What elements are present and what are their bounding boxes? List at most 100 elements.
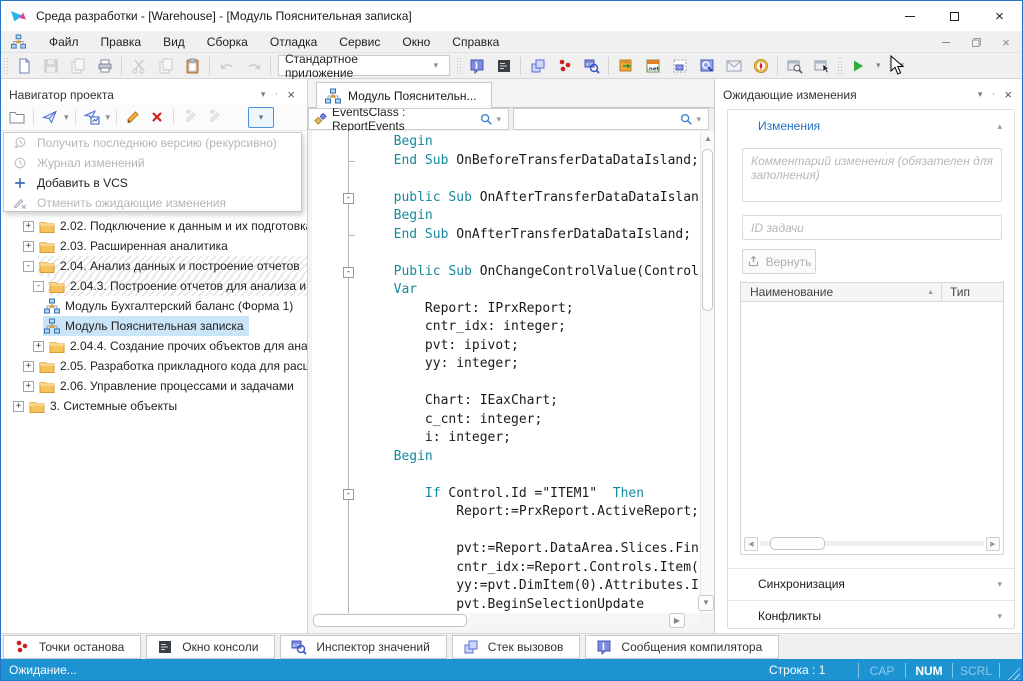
section-changes[interactable]: Изменения ▴ (728, 114, 1014, 138)
value-inspector-icon[interactable] (578, 54, 605, 78)
scroll-right-icon[interactable]: ▶ (986, 537, 1000, 551)
editor-vertical-scrollbar[interactable]: ▲ ▼ (700, 131, 714, 613)
menu-item-undo-pending-changes-icon[interactable]: Отменить ожидающие изменения (4, 193, 301, 213)
pending-close-icon[interactable]: × (1000, 87, 1016, 102)
tree-row[interactable]: Модуль Бухгалтерский баланс (Форма 1) (1, 296, 307, 316)
mdi-close-button[interactable]: × (998, 35, 1014, 49)
redo-icon[interactable] (240, 54, 267, 78)
resize-grip[interactable] (1006, 666, 1020, 680)
section-conflicts[interactable]: Конфликты ▾ (728, 604, 1014, 628)
collapse-icon[interactable]: - (23, 261, 34, 272)
undo-icon[interactable] (213, 54, 240, 78)
tab-value-inspector[interactable]: Инспектор значений (280, 635, 446, 659)
view-search-icon[interactable] (693, 54, 720, 78)
expand-icon[interactable]: + (33, 341, 44, 352)
publish-caret-icon[interactable]: ▾ (62, 112, 71, 123)
search-icon[interactable] (679, 112, 693, 126)
toolbar-grip[interactable] (837, 57, 842, 75)
tab-compiler-messages[interactable]: Сообщения компилятора (585, 635, 779, 659)
menu-Окно[interactable]: Окно (391, 32, 441, 52)
tree-row[interactable]: Модуль Пояснительная записка (1, 316, 307, 336)
tab-breakpoints[interactable]: Точки останова (3, 635, 141, 659)
section-collapse-icon[interactable]: ▴ (997, 121, 1002, 132)
open-object-button[interactable] (5, 106, 29, 128)
minimize-button[interactable] (887, 1, 932, 31)
tab-call-stack[interactable]: Стек вызовов (452, 635, 581, 659)
expand-icon[interactable]: + (23, 381, 34, 392)
edit-button[interactable] (121, 106, 145, 128)
tree-row[interactable]: +2.05. Разработка прикладного кода для р… (1, 356, 307, 376)
publish-report-caret-icon[interactable]: ▾ (104, 112, 113, 123)
add-edit-button[interactable] (178, 106, 202, 128)
toolbar-grip[interactable] (456, 57, 461, 75)
tree-row[interactable]: +2.06. Управление процессами и задачами (1, 376, 307, 396)
grid-scroll-track[interactable] (760, 541, 984, 546)
app-type-combo[interactable]: Стандартное приложение▾ (278, 55, 450, 76)
mdi-minimize-button[interactable] (938, 35, 954, 49)
windows-cascade-icon[interactable] (524, 54, 551, 78)
debug-inspect-window-icon[interactable] (781, 54, 808, 78)
column-name[interactable]: Наименование ▲ (741, 285, 941, 299)
search-caret-icon[interactable]: ▾ (693, 114, 704, 125)
import-window-icon[interactable] (612, 54, 639, 78)
change-comment-input[interactable] (742, 148, 1002, 202)
pending-menu-caret-icon[interactable]: ▾ (973, 89, 988, 100)
tab-console[interactable]: Окно консоли (146, 635, 275, 659)
section-synchronization[interactable]: Синхронизация ▾ (728, 572, 1014, 596)
menu-item-add-to-vcs-icon[interactable]: Добавить в VCS (4, 173, 301, 193)
console-window-icon[interactable] (490, 54, 517, 78)
horizontal-scroll-thumb[interactable] (313, 614, 467, 627)
expand-icon[interactable]: + (23, 241, 34, 252)
tree-row[interactable]: +3. Системные объекты (1, 396, 307, 416)
print-icon[interactable] (91, 54, 118, 78)
tree-row[interactable]: -2.04. Анализ данных и построение отчето… (1, 256, 307, 276)
save-all-icon[interactable] (64, 54, 91, 78)
new-document-icon[interactable] (10, 54, 37, 78)
menu-Файл[interactable]: Файл (38, 32, 90, 52)
tree-row[interactable]: -2.04.3. Построение отчетов для анализа … (1, 276, 307, 296)
menu-item-get-latest-version-icon[interactable]: Получить последнюю версию (рекурсивно) (4, 133, 301, 153)
vcs-dropdown-button[interactable]: ▾ (248, 107, 274, 128)
fold-collapse-icon[interactable]: - (343, 489, 354, 500)
add-edit-alt-button[interactable] (202, 106, 226, 128)
expand-icon[interactable]: + (13, 401, 24, 412)
column-type[interactable]: Тип (941, 283, 1003, 301)
editor-search-input[interactable]: ▾ (513, 108, 709, 130)
tree-item[interactable]: 3. Системные объекты (28, 396, 182, 416)
delete-button[interactable] (145, 106, 169, 128)
collapse-icon[interactable]: - (33, 281, 44, 292)
select-window-icon[interactable] (666, 54, 693, 78)
section-expand-icon[interactable]: ▾ (997, 611, 1002, 622)
publish-report-button[interactable] (80, 106, 104, 128)
scroll-right-icon[interactable]: ▶ (669, 613, 685, 628)
maximize-button[interactable] (932, 1, 977, 31)
scroll-down-icon[interactable]: ▼ (698, 595, 714, 611)
tree-item[interactable]: 2.04. Анализ данных и построение отчетов (38, 256, 307, 276)
fold-collapse-icon[interactable]: - (343, 267, 354, 278)
info-window-icon[interactable] (463, 54, 490, 78)
debug-pointer-window-icon[interactable] (808, 54, 835, 78)
scope-caret-icon[interactable]: ▾ (493, 114, 504, 125)
grid-scroll-thumb[interactable] (770, 537, 825, 550)
scroll-up-icon[interactable]: ▲ (701, 134, 715, 143)
expand-icon[interactable]: + (23, 361, 34, 372)
tree-row[interactable]: +2.02. Подключение к данным и их подгото… (1, 216, 307, 236)
tree-item[interactable]: 2.05. Разработка прикладного кода для ра… (38, 356, 307, 376)
search-icon[interactable] (479, 112, 493, 126)
send-mail-icon[interactable] (720, 54, 747, 78)
tree-item[interactable]: 2.04.3. Построение отчетов для анализа и… (48, 276, 307, 296)
menu-Сервис[interactable]: Сервис (328, 32, 391, 52)
navigator-pin-icon[interactable] (270, 88, 283, 101)
save-icon[interactable] (37, 54, 64, 78)
tree-item[interactable]: 2.03. Расширенная аналитика (38, 236, 233, 256)
tree-item[interactable]: Модуль Бухгалтерский баланс (Форма 1) (43, 296, 298, 316)
menu-Отладка[interactable]: Отладка (259, 32, 328, 52)
grid-horizontal-scrollbar[interactable]: ◀ ▶ (744, 536, 1000, 551)
mdi-restore-button[interactable] (968, 35, 984, 49)
publish-button[interactable] (38, 106, 62, 128)
menu-Сборка[interactable]: Сборка (196, 32, 259, 52)
navigator-close-icon[interactable]: × (283, 87, 299, 102)
breakpoints-icon[interactable] (551, 54, 578, 78)
code-area[interactable]: Begin End Sub OnBeforeTransferDataDataIs… (312, 131, 701, 613)
combo-caret-icon[interactable]: ▾ (428, 60, 443, 71)
